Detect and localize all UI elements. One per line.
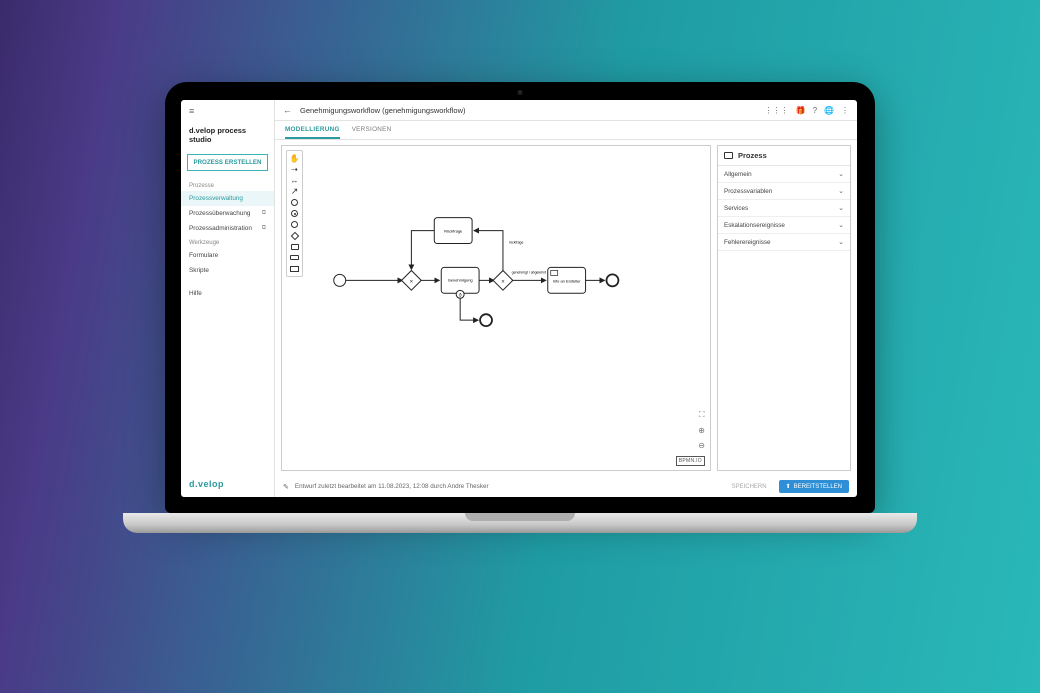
property-row-allgemein[interactable]: Allgemein ⌄ [718,166,850,183]
property-row-prozessvariablen[interactable]: Prozessvariablen ⌄ [718,183,850,200]
apps-grid-icon[interactable]: ⋮⋮⋮ [765,106,789,115]
property-row-label: Allgemein [724,171,752,178]
fit-viewport-icon[interactable]: ⛶ [698,410,705,420]
laptop-base [123,513,917,533]
diagram-node-info[interactable]: Info an Ersteller [553,278,581,283]
laptop-bezel: ≡ d.velop process studio PROZESS ERSTELL… [165,82,875,513]
property-row-eskalation[interactable]: Eskalationsereignisse ⌄ [718,217,850,234]
svg-text:×: × [410,279,414,285]
diagram-node-rueckfrage[interactable]: Rückfrage [444,229,463,234]
zoom-out-icon[interactable]: ⊖ [698,441,705,450]
nav-section-processes: Prozesse [181,179,274,191]
property-header: Prozess [718,146,850,166]
bpmn-canvas[interactable]: × Genehmigung ⏱ × [282,146,710,455]
sidebar-item-skripte[interactable]: Skripte [181,263,274,278]
sidebar-item-label: Prozessverwaltung [189,195,243,202]
zoom-in-icon[interactable]: ⊕ [698,426,705,435]
diagram-label-rueckfrage: rückfrage [509,241,524,245]
save-button[interactable]: SPEICHERN [726,481,773,493]
app-screen: ≡ d.velop process studio PROZESS ERSTELL… [181,100,857,497]
property-row-label: Prozessvariablen [724,188,772,195]
page-title: Genehmigungsworkflow (genehmigungsworkfl… [300,106,757,115]
external-link-icon: ⧉ [262,210,266,217]
workspace: ✋ ⇢ ↔ ↗ [275,140,857,476]
sidebar-item-label: Hilfe [189,290,202,297]
hamburger-icon[interactable]: ≡ [181,100,274,122]
sidebar-item-label: Formulare [189,252,218,259]
chevron-down-icon: ⌄ [838,238,844,246]
property-row-services[interactable]: Services ⌄ [718,200,850,217]
publish-button[interactable]: ⬆ BEREITSTELLEN [779,480,849,493]
sidebar-item-formulare[interactable]: Formulare [181,248,274,263]
property-title: Prozess [738,151,767,160]
back-arrow-icon[interactable]: ← [283,105,292,115]
sidebar-item-prozessueberwachung[interactable]: Prozessüberwachung ⧉ [181,206,274,221]
laptop-notch [465,513,575,521]
property-panel: Prozess Allgemein ⌄ Prozessvariablen ⌄ S… [717,145,851,471]
app-title: d.velop process studio [181,122,274,150]
kebab-menu-icon[interactable]: ⋮ [841,106,849,115]
svg-text:×: × [501,279,505,285]
diagram-node-genehmigung[interactable]: Genehmigung [448,277,473,282]
status-text: Entwurf zuletzt bearbeitet am 11.08.2023… [295,483,489,490]
upload-icon: ⬆ [786,483,791,490]
globe-icon[interactable]: 🌐 [824,106,834,115]
svg-text:⏱: ⏱ [459,292,462,297]
property-row-label: Eskalationsereignisse [724,222,785,229]
zoom-controls: ⛶ ⊕ ⊖ [698,410,705,450]
gift-icon[interactable]: 🎁 [796,106,806,115]
sidebar-item-prozessverwaltung[interactable]: Prozessverwaltung [181,191,274,206]
external-link-icon: ⧉ [262,225,266,232]
camera-dot [518,90,523,95]
chevron-down-icon: ⌄ [838,204,844,212]
chevron-down-icon: ⌄ [838,187,844,195]
chevron-down-icon: ⌄ [838,170,844,178]
diagram-label-genehmigt: genehmigt / abgelehnt [512,270,546,274]
sidebar-item-label: Prozessüberwachung [189,210,250,217]
create-process-button[interactable]: PROZESS ERSTELLEN [187,154,268,171]
property-row-label: Fehlerereignisse [724,239,771,246]
property-row-label: Services [724,205,748,212]
brand-logo: d.velop [181,471,274,497]
footer: ✎ Entwurf zuletzt bearbeitet am 11.08.20… [275,476,857,497]
tabs: MODELLIERUNG VERSIONEN [275,121,857,140]
canvas-container: ✋ ⇢ ↔ ↗ [281,145,711,471]
nav-section-tools: Werkzeuge [181,236,274,248]
chevron-down-icon: ⌄ [838,221,844,229]
sidebar: ≡ d.velop process studio PROZESS ERSTELL… [181,100,275,497]
pencil-icon: ✎ [283,483,289,491]
topbar-icons: ⋮⋮⋮ 🎁 ? 🌐 ⋮ [765,106,849,115]
tab-versionen[interactable]: VERSIONEN [352,121,392,139]
tab-modellierung[interactable]: MODELLIERUNG [285,121,340,139]
main-area: ← Genehmigungsworkflow (genehmigungswork… [275,100,857,497]
process-icon [724,152,733,159]
property-row-fehler[interactable]: Fehlerereignisse ⌄ [718,234,850,251]
sidebar-item-prozessadministration[interactable]: Prozessadministration ⧉ [181,221,274,236]
topbar: ← Genehmigungsworkflow (genehmigungswork… [275,100,857,121]
sidebar-item-label: Prozessadministration [189,225,252,232]
sidebar-item-hilfe[interactable]: Hilfe [181,286,274,301]
sidebar-item-label: Skripte [189,267,209,274]
bpmn-io-badge[interactable]: BPMN.IO [676,456,705,466]
help-icon[interactable]: ? [813,106,817,115]
publish-label: BEREITSTELLEN [794,484,842,490]
laptop-frame: ≡ d.velop process studio PROZESS ERSTELL… [165,82,875,533]
